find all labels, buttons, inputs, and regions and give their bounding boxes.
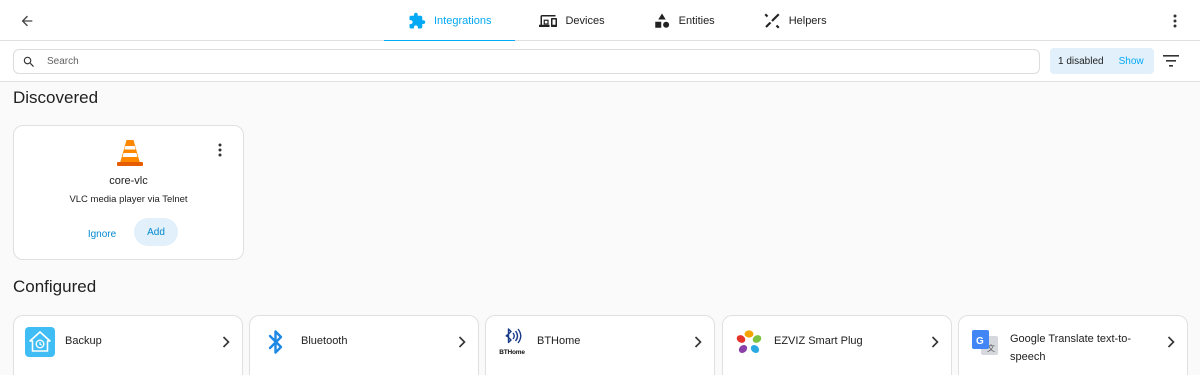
devices-icon <box>539 12 558 30</box>
chevron-right-icon <box>222 335 232 349</box>
tools-icon <box>763 12 781 30</box>
search-toolbar <box>0 41 1200 82</box>
top-app-bar: Integrations Devices Entities Helpers <box>0 0 1200 42</box>
filter-button[interactable] <box>1162 52 1180 70</box>
chevron-right-icon <box>931 335 941 349</box>
puzzle-icon <box>408 12 426 30</box>
configured-heading: Configured <box>13 277 97 296</box>
search-input[interactable] <box>47 56 947 67</box>
tab-entities[interactable]: Entities <box>629 0 739 41</box>
integration-name: BTHome <box>537 335 581 347</box>
filter-icon <box>1163 55 1179 67</box>
tab-helpers-label: Helpers <box>788 14 827 27</box>
more-vert-icon <box>1173 14 1177 28</box>
integration-card-bthome[interactable]: BTHome BTHome <box>485 315 715 375</box>
bluetooth-icon <box>261 327 291 357</box>
svg-text:G: G <box>976 336 984 347</box>
chevron-right-icon <box>694 335 704 349</box>
show-disabled-button[interactable]: Show <box>1119 56 1144 67</box>
bthome-logo-text: BTHome <box>499 349 525 356</box>
integration-name: Bluetooth <box>301 335 348 347</box>
discovered-integration-name: core-vlc <box>109 175 148 187</box>
integration-name: Google Translate text-to-speech <box>1010 333 1132 363</box>
discovered-integration-description: VLC media player via Telnet <box>69 194 188 205</box>
integration-card-ezviz[interactable]: EZVIZ Smart Plug <box>722 315 952 375</box>
tab-entities-label: Entities <box>678 14 715 27</box>
tab-integrations-label: Integrations <box>434 14 492 27</box>
search-icon <box>22 54 38 70</box>
tab-integrations[interactable]: Integrations <box>384 0 516 42</box>
add-button[interactable]: Add <box>134 218 178 246</box>
disabled-filter-chip: 1 disabled Show <box>1050 48 1154 74</box>
tab-helpers[interactable]: Helpers <box>739 0 851 41</box>
bthome-icon: BTHome <box>497 327 527 357</box>
shapes-icon <box>653 12 671 30</box>
search-field[interactable] <box>13 49 1040 74</box>
chevron-right-icon <box>458 335 468 349</box>
integration-card-google-translate[interactable]: 文 G Google Translate text-to-speech <box>958 315 1188 375</box>
chevron-right-icon <box>1167 335 1177 349</box>
tab-devices[interactable]: Devices <box>515 0 628 41</box>
google-translate-icon: 文 G <box>970 327 1000 357</box>
back-button[interactable] <box>14 8 40 34</box>
backup-icon <box>25 327 55 357</box>
integration-name: EZVIZ Smart Plug <box>774 335 863 347</box>
vlc-cone-icon <box>116 138 144 168</box>
tab-bar: Integrations Devices Entities Helpers <box>384 0 851 42</box>
discovered-heading: Discovered <box>13 88 99 107</box>
discovered-card-menu-button[interactable] <box>214 140 226 160</box>
tab-devices-label: Devices <box>565 14 605 27</box>
ezviz-icon <box>734 327 764 357</box>
integration-card-backup[interactable]: Backup <box>13 315 243 375</box>
integration-card-bluetooth[interactable]: Bluetooth <box>249 315 479 375</box>
integration-name: Backup <box>65 335 102 347</box>
more-vert-icon <box>218 143 222 157</box>
ignore-button[interactable]: Ignore <box>84 221 120 247</box>
disabled-count-label: 1 disabled <box>1058 55 1104 67</box>
arrow-left-icon <box>21 15 33 27</box>
overflow-menu-button[interactable] <box>1168 10 1182 32</box>
discovered-card: core-vlc VLC media player via Telnet Ign… <box>13 125 244 260</box>
